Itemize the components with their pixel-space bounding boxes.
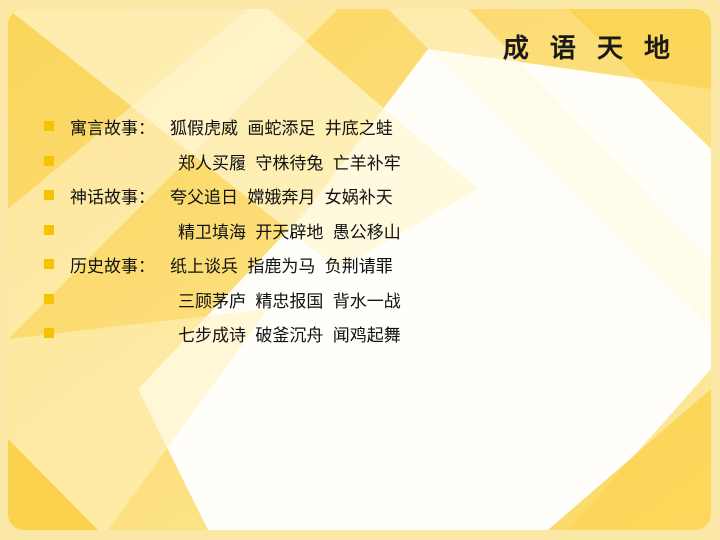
category-label: 历史故事： xyxy=(70,257,155,277)
bullet-square-icon xyxy=(44,259,54,269)
slide-title: 成 语 天 地 xyxy=(502,34,676,64)
idiom-text: 三顾茅庐 精忠报国 背水一战 xyxy=(178,291,401,312)
idiom-text: 精卫填海 开天辟地 愚公移山 xyxy=(178,222,401,243)
bullet-square-icon xyxy=(44,190,54,200)
idiom-text: 纸上谈兵 指鹿为马 负荆请罪 xyxy=(170,257,393,277)
category-label: 寓言故事： xyxy=(70,119,155,139)
idiom-text: 夸父追日 嫦娥奔月 女娲补天 xyxy=(170,188,393,208)
category-label: 神话故事： xyxy=(70,188,155,208)
bullet-square-icon xyxy=(44,121,54,131)
bullet-square-icon xyxy=(44,224,54,235)
idiom-text: 郑人买履 守株待兔 亡羊补牢 xyxy=(178,153,401,174)
idiom-text: 狐假虎威 画蛇添足 井底之蛙 xyxy=(170,119,393,139)
slide: 成 语 天 地 寓言故事： 狐假虎威 画蛇添足 井底之蛙 郑人买履 守株待兔 亡… xyxy=(0,0,720,540)
bullet-square-icon xyxy=(44,293,54,304)
bullet-square-icon xyxy=(44,155,54,166)
idiom-text: 七步成诗 破釜沉舟 闻鸡起舞 xyxy=(178,326,401,346)
bullet-square-icon xyxy=(44,328,54,338)
